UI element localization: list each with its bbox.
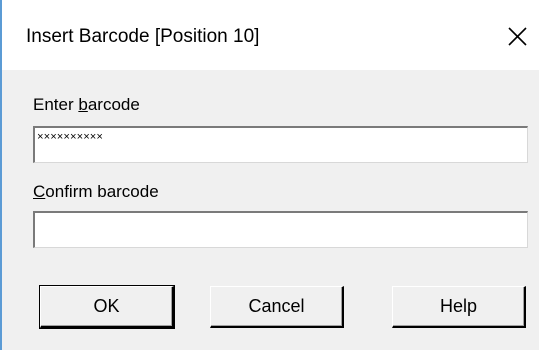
insert-barcode-dialog: Insert Barcode [Position 10] Enter barco… [0,0,539,352]
confirm-barcode-label-mnemonic: C [33,182,46,201]
help-button[interactable]: Help [392,286,526,328]
confirm-barcode-input[interactable] [35,213,527,247]
enter-barcode-input[interactable] [35,128,527,148]
title-bar[interactable]: Insert Barcode [Position 10] [2,0,539,70]
enter-barcode-label-suffix: arcode [87,95,140,114]
enter-barcode-field[interactable] [33,126,528,163]
close-icon [508,27,527,46]
enter-barcode-label-mnemonic: b [78,95,88,114]
confirm-barcode-field[interactable] [33,211,528,248]
confirm-barcode-label: Confirm barcode [33,182,159,202]
enter-barcode-label-prefix: Enter [33,95,79,114]
dialog-title: Insert Barcode [Position 10] [26,26,260,47]
close-button[interactable] [502,22,532,52]
cancel-button[interactable]: Cancel [210,286,344,328]
enter-barcode-label: Enter barcode [33,95,140,115]
ok-button[interactable]: OK [39,285,175,329]
confirm-barcode-label-suffix: onfirm barcode [45,182,159,201]
